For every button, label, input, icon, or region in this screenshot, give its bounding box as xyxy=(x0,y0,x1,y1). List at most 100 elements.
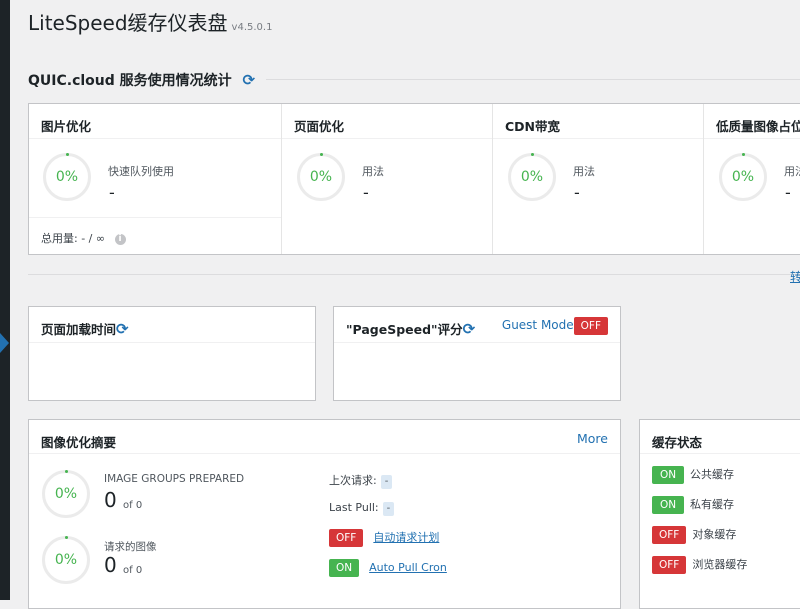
section-divider xyxy=(266,79,800,80)
page-title-text: LiteSpeed缓存仪表盘 xyxy=(28,11,228,35)
divider xyxy=(704,138,800,139)
active-menu-arrow-icon xyxy=(0,333,9,353)
guest-mode-link[interactable]: Guest Mode xyxy=(502,318,574,332)
usage-value: - xyxy=(574,183,580,202)
card-title: 图像优化摘要 xyxy=(41,435,117,450)
status-badge: OFF xyxy=(652,556,687,574)
divider xyxy=(29,453,620,454)
auto-request-link[interactable]: 自动请求计划 xyxy=(373,531,439,544)
usage-label: 用法 xyxy=(573,165,595,178)
pagespeed-card: "PageSpeed"评分⟳ Guest Mode OFF xyxy=(333,306,621,401)
progress-indicator xyxy=(530,153,534,156)
progress-percent: 0% xyxy=(309,169,333,185)
requested-images-total: of 0 xyxy=(123,565,143,576)
usage-column-title: 图片优化 xyxy=(41,119,92,134)
divider xyxy=(29,217,281,218)
usage-column-page-optm: 页面优化 0% 用法 - xyxy=(281,104,492,254)
progress-percent: 0% xyxy=(54,486,78,502)
divider xyxy=(282,138,492,139)
auto-pull-link[interactable]: Auto Pull Cron xyxy=(369,561,447,574)
cache-status-label: 浏览器缓存 xyxy=(692,558,748,571)
cache-status-item: ON 公共缓存 xyxy=(652,466,734,484)
cache-status-item: ON 私有缓存 xyxy=(652,496,734,514)
divider xyxy=(29,138,281,139)
usage-label: 快速队列使用 xyxy=(108,165,174,178)
progress-ring: 0% xyxy=(297,153,345,201)
cache-status-card: 缓存状态 ON 公共缓存 ON 私有缓存 OFF 对象缓存 OFF 浏览器缓存 xyxy=(639,419,800,609)
progress-ring: 0% xyxy=(42,470,90,518)
pagespeed-title: "PageSpeed"评分 xyxy=(346,322,463,337)
usage-column-title: 页面优化 xyxy=(294,119,345,134)
progress-indicator xyxy=(319,153,323,156)
last-request-label: 上次请求: xyxy=(329,474,377,487)
cache-status-label: 公共缓存 xyxy=(690,468,734,481)
quic-usage-card: 图片优化 0% 快速队列使用 - 总用量: - / ∞ i 页面优化 0% 用法… xyxy=(28,103,800,255)
requested-images-label: 请求的图像 xyxy=(104,541,157,553)
total-usage: 总用量: - / ∞ i xyxy=(41,230,126,246)
progress-ring: 0% xyxy=(42,536,90,584)
card-title: 页面加载时间⟳ xyxy=(41,319,129,338)
auto-pull-row: ON Auto Pull Cron xyxy=(329,559,447,577)
progress-ring: 0% xyxy=(508,153,556,201)
status-badge: ON xyxy=(652,496,684,514)
refresh-icon[interactable]: ⟳ xyxy=(463,320,476,338)
status-badge: ON xyxy=(652,466,684,484)
usage-label: 用法 xyxy=(362,165,384,178)
image-groups-label: IMAGE GROUPS PREPARED xyxy=(104,473,245,485)
requested-images-count: 0 xyxy=(104,553,117,577)
refresh-icon[interactable]: ⟳ xyxy=(116,320,129,338)
cache-status-label: 对象缓存 xyxy=(692,528,737,541)
page-title: LiteSpeed缓存仪表盘 v4.5.0.1 xyxy=(28,7,272,36)
progress-percent: 0% xyxy=(731,169,755,185)
version-label: v4.5.0.1 xyxy=(231,22,273,33)
usage-column-image-optm: 图片优化 0% 快速队列使用 - 总用量: - / ∞ i xyxy=(29,104,281,254)
usage-value: - xyxy=(109,183,115,202)
progress-ring: 0% xyxy=(719,153,767,201)
info-icon[interactable]: i xyxy=(114,233,126,245)
usage-value: - xyxy=(785,183,791,202)
guest-mode-status-badge: OFF xyxy=(573,317,608,335)
more-link[interactable]: 转 xyxy=(790,268,800,285)
divider xyxy=(640,453,800,454)
section-divider xyxy=(28,274,800,275)
last-pull-label: Last Pull: xyxy=(329,501,379,514)
image-groups-total: of 0 xyxy=(123,500,143,511)
total-usage-value: - / ∞ xyxy=(81,232,106,245)
last-pull-value: - xyxy=(382,502,395,516)
cache-status-label: 私有缓存 xyxy=(690,498,734,511)
quic-section-title-text: QUIC.cloud 服务使用情况统计 xyxy=(28,73,232,89)
progress-indicator xyxy=(64,470,68,473)
more-link[interactable]: More xyxy=(577,431,608,446)
last-pull-row: Last Pull: - xyxy=(329,501,395,516)
total-usage-label: 总用量: xyxy=(41,232,78,245)
usage-column-title: 低质量图像占位 xyxy=(716,119,800,134)
progress-percent: 0% xyxy=(54,552,78,568)
last-request-value: - xyxy=(380,475,393,489)
admin-sidebar-edge xyxy=(0,0,10,600)
usage-column-cdn: CDN带宽 0% 用法 - xyxy=(492,104,703,254)
refresh-icon[interactable]: ⟳ xyxy=(243,71,256,89)
progress-ring: 0% xyxy=(43,153,91,201)
progress-indicator xyxy=(741,153,745,156)
progress-indicator xyxy=(65,153,69,156)
auto-pull-toggle[interactable]: ON xyxy=(329,559,360,577)
page-load-time-title: 页面加载时间 xyxy=(41,322,117,337)
divider xyxy=(29,342,315,343)
last-request-row: 上次请求: - xyxy=(329,472,393,489)
usage-column-title: CDN带宽 xyxy=(505,119,561,134)
cache-status-item: OFF 浏览器缓存 xyxy=(652,556,747,574)
quic-section-title: QUIC.cloud 服务使用情况统计 ⟳ xyxy=(28,70,255,90)
image-groups-count: 0 xyxy=(104,488,117,512)
image-optimization-summary-card: 图像优化摘要 More 0% IMAGE GROUPS PREPARED 0 o… xyxy=(28,419,621,609)
page-load-time-card: 页面加载时间⟳ xyxy=(28,306,316,401)
usage-column-lqip: 低质量图像占位 0% 用法 - xyxy=(703,104,800,254)
divider xyxy=(334,342,620,343)
usage-label: 用法 xyxy=(784,165,800,178)
auto-request-toggle[interactable]: OFF xyxy=(329,529,364,547)
card-title: "PageSpeed"评分⟳ xyxy=(346,319,475,338)
divider xyxy=(493,138,703,139)
progress-percent: 0% xyxy=(520,169,544,185)
status-badge: OFF xyxy=(652,526,687,544)
card-title: 缓存状态 xyxy=(652,435,703,450)
cache-status-item: OFF 对象缓存 xyxy=(652,526,736,544)
